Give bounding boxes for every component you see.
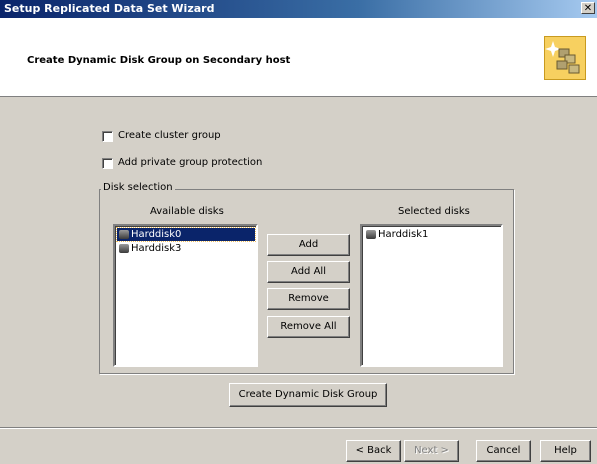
hard-disk-icon	[119, 230, 129, 239]
list-item[interactable]: Harddisk3	[117, 242, 185, 255]
footer-divider	[0, 427, 597, 429]
add-private-protection-label[interactable]: Add private group protection	[118, 157, 262, 168]
available-disks-label: Available disks	[150, 206, 224, 217]
add-private-protection-checkbox[interactable]	[102, 158, 113, 169]
list-item[interactable]: Harddisk0	[116, 227, 256, 242]
create-cluster-group-checkbox[interactable]	[102, 131, 113, 142]
remove-button[interactable]: Remove	[267, 288, 350, 310]
disk-selection-label: Disk selection	[101, 182, 175, 193]
close-icon: ✕	[583, 3, 593, 14]
list-item[interactable]: Harddisk1	[364, 228, 432, 241]
help-button[interactable]: Help	[540, 440, 591, 462]
selected-disks-list[interactable]: Harddisk1	[360, 224, 503, 367]
hard-disk-icon	[366, 230, 376, 239]
back-button[interactable]: < Back	[346, 440, 401, 462]
title-bar[interactable]: Setup Replicated Data Set Wizard ✕	[0, 0, 597, 18]
available-disks-list[interactable]: Harddisk0 Harddisk3	[113, 224, 258, 367]
create-dynamic-disk-group-button[interactable]: Create Dynamic Disk Group	[229, 383, 387, 407]
wizard-header: Create Dynamic Disk Group on Secondary h…	[0, 18, 597, 97]
next-button[interactable]: Next >	[404, 440, 459, 462]
add-button[interactable]: Add	[267, 234, 350, 256]
disk-stack-icon	[544, 36, 586, 80]
close-button[interactable]: ✕	[581, 2, 595, 14]
selected-disks-label: Selected disks	[398, 206, 470, 217]
window-title: Setup Replicated Data Set Wizard	[4, 2, 215, 15]
page-title: Create Dynamic Disk Group on Secondary h…	[27, 55, 291, 66]
cancel-button[interactable]: Cancel	[476, 440, 531, 462]
add-all-button[interactable]: Add All	[267, 261, 350, 283]
hard-disk-icon	[119, 244, 129, 253]
create-cluster-group-label[interactable]: Create cluster group	[118, 130, 221, 141]
remove-all-button[interactable]: Remove All	[267, 316, 350, 338]
